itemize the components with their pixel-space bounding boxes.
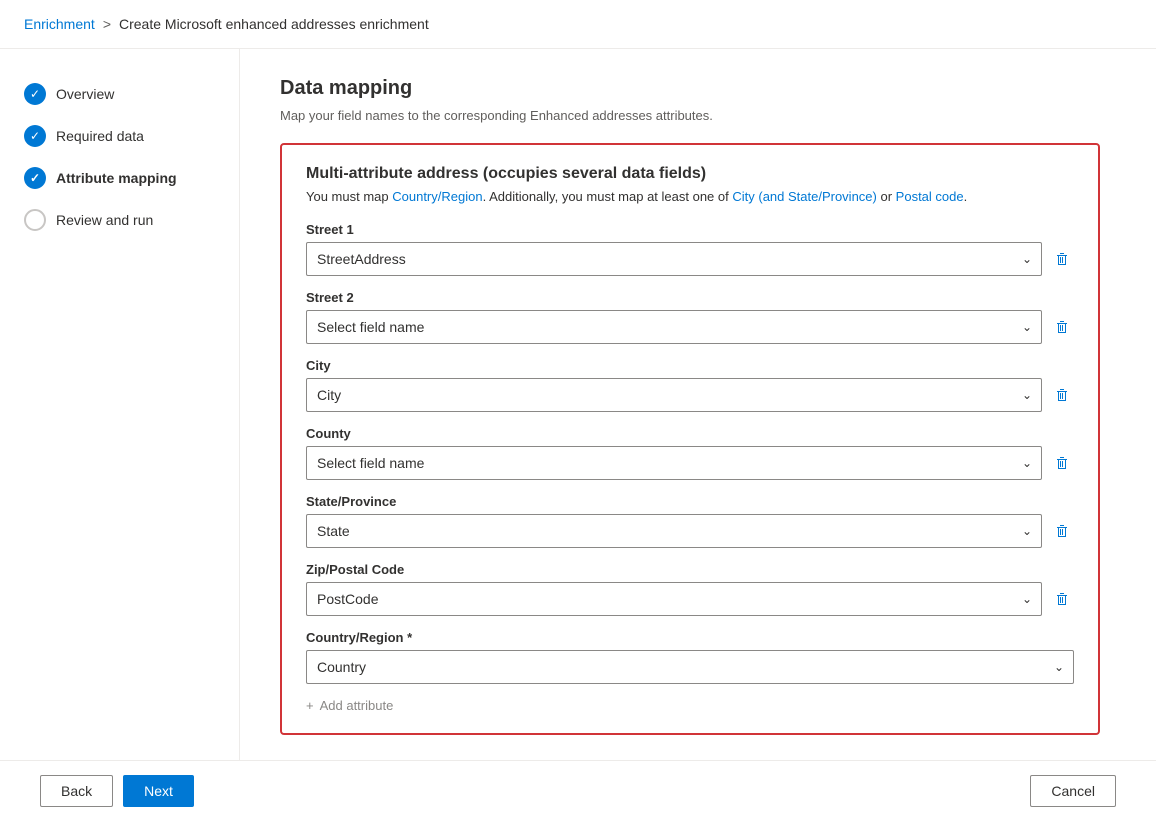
main-content: Data mapping Map your field names to the… [240,49,1156,817]
field-group-country: Country/Region * Country ⌄ [306,630,1074,684]
field-select-street1[interactable]: StreetAddress [306,242,1042,276]
field-select-wrapper-city: City ⌄ [306,378,1042,412]
card-subtitle-highlight1: Country/Region [392,189,482,204]
trash-icon-4 [1054,455,1070,471]
delete-button-street1[interactable] [1050,247,1074,271]
field-label-county: County [306,426,1074,441]
field-select-wrapper-street2: Select field name ⌄ [306,310,1042,344]
field-select-wrapper-county: Select field name ⌄ [306,446,1042,480]
trash-icon-3 [1054,387,1070,403]
card-subtitle-period: . [964,189,968,204]
field-row-street2: Select field name ⌄ [306,310,1074,344]
field-row-state: State ⌄ [306,514,1074,548]
breadcrumb-separator: > [103,16,111,32]
card-subtitle-end: or [877,189,896,204]
delete-button-zip[interactable] [1050,587,1074,611]
cancel-button[interactable]: Cancel [1030,775,1116,807]
field-select-country[interactable]: Country [306,650,1074,684]
field-select-city[interactable]: City [306,378,1042,412]
add-attribute-label: Add attribute [320,698,394,713]
field-select-street2[interactable]: Select field name [306,310,1042,344]
step-circle-attribute: ✓ [24,167,46,189]
field-row-county: Select field name ⌄ [306,446,1074,480]
field-row-zip: PostCode ⌄ [306,582,1074,616]
field-group-street1: Street 1 StreetAddress ⌄ [306,222,1074,276]
trash-icon [1054,251,1070,267]
field-select-wrapper-country: Country ⌄ [306,650,1074,684]
field-label-zip: Zip/Postal Code [306,562,1074,577]
field-group-state: State/Province State ⌄ [306,494,1074,548]
trash-icon-6 [1054,591,1070,607]
plus-icon: + [306,698,314,713]
field-select-wrapper-state: State ⌄ [306,514,1042,548]
back-button[interactable]: Back [40,775,113,807]
delete-button-street2[interactable] [1050,315,1074,339]
field-label-street1: Street 1 [306,222,1074,237]
sidebar-item-overview[interactable]: ✓ Overview [0,73,239,115]
field-select-wrapper-zip: PostCode ⌄ [306,582,1042,616]
card-subtitle-plain: You must map [306,189,392,204]
step-circle-overview: ✓ [24,83,46,105]
field-row-city: City ⌄ [306,378,1074,412]
sidebar-label-attribute: Attribute mapping [56,170,177,186]
sidebar-item-attribute-mapping[interactable]: ✓ Attribute mapping [0,157,239,199]
field-select-zip[interactable]: PostCode [306,582,1042,616]
field-group-zip: Zip/Postal Code PostCode ⌄ [306,562,1074,616]
sidebar: ✓ Overview ✓ Required data ✓ Attribute m… [0,49,240,817]
sidebar-label-required: Required data [56,128,144,144]
check-icon: ✓ [30,87,40,101]
footer-left: Back Next [40,775,194,807]
breadcrumb-parent[interactable]: Enrichment [24,16,95,32]
breadcrumb-current: Create Microsoft enhanced addresses enri… [119,16,429,32]
field-select-county[interactable]: Select field name [306,446,1042,480]
card-subtitle-highlight3: Postal code [896,189,964,204]
sidebar-label-overview: Overview [56,86,114,102]
field-label-state: State/Province [306,494,1074,509]
sidebar-item-review-run[interactable]: Review and run [0,199,239,241]
field-row-street1: StreetAddress ⌄ [306,242,1074,276]
field-label-country: Country/Region * [306,630,1074,645]
field-group-county: County Select field name ⌄ [306,426,1074,480]
sidebar-label-review: Review and run [56,212,153,228]
card-title: Multi-attribute address (occupies severa… [306,165,1074,183]
trash-icon-5 [1054,523,1070,539]
step-circle-required: ✓ [24,125,46,147]
add-attribute: + Add attribute [306,698,1074,713]
next-button[interactable]: Next [123,775,194,807]
page-title: Data mapping [280,77,1116,100]
card-subtitle-highlight2: City (and State/Province) [732,189,877,204]
breadcrumb: Enrichment > Create Microsoft enhanced a… [0,0,1156,49]
delete-button-county[interactable] [1050,451,1074,475]
field-group-city: City City ⌄ [306,358,1074,412]
field-select-wrapper-street1: StreetAddress ⌄ [306,242,1042,276]
field-label-street2: Street 2 [306,290,1074,305]
delete-button-city[interactable] [1050,383,1074,407]
check-icon-3: ✓ [30,171,40,185]
field-row-country: Country ⌄ [306,650,1074,684]
form-card: Multi-attribute address (occupies severa… [280,143,1100,735]
card-subtitle: You must map Country/Region. Additionall… [306,189,1074,204]
field-label-city: City [306,358,1074,373]
footer-actions: Back Next Cancel [0,760,1156,821]
field-group-street2: Street 2 Select field name ⌄ [306,290,1074,344]
check-icon-2: ✓ [30,129,40,143]
step-circle-review [24,209,46,231]
trash-icon-2 [1054,319,1070,335]
field-select-state[interactable]: State [306,514,1042,548]
sidebar-item-required-data[interactable]: ✓ Required data [0,115,239,157]
delete-button-state[interactable] [1050,519,1074,543]
page-subtitle: Map your field names to the correspondin… [280,108,1116,123]
card-subtitle-mid: . Additionally, you must map at least on… [483,189,733,204]
